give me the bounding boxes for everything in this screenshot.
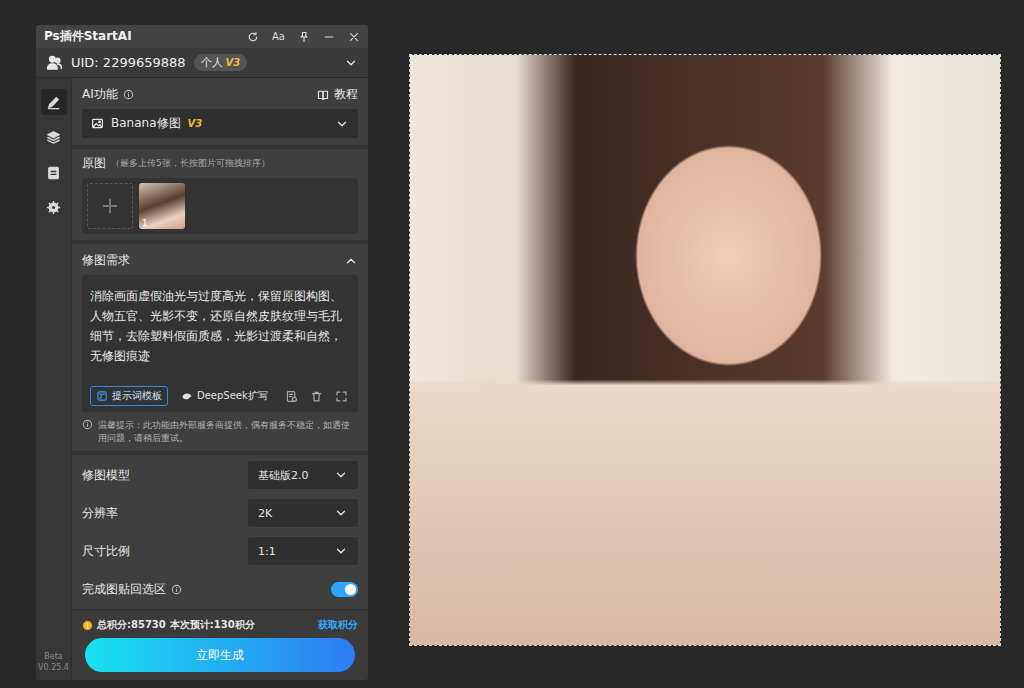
history-icon[interactable] (285, 390, 298, 403)
upload-area: 1 (82, 178, 358, 234)
prompt-actions: 提示词模板 DeepSeek扩写 (90, 386, 350, 406)
main-panel: AI功能 教程 Banana修图 V3 原图 （最多上传5张，长按图片可拖拽排序） 1 修图需… (72, 78, 368, 680)
uid-label: UID: 2299659888 (71, 55, 186, 70)
get-points-link[interactable]: 获取积分 (318, 618, 358, 632)
expand-icon[interactable] (335, 390, 348, 403)
setting-row: 完成图贴回选区 (82, 570, 358, 608)
source-image-hint: （最多上传5张，长按图片可拖拽排序） (111, 157, 270, 170)
tutorial-link[interactable]: 教程 (334, 86, 358, 103)
setting-select[interactable]: 1:1 (248, 537, 358, 565)
add-image-button[interactable] (87, 183, 133, 229)
source-image-label: 原图 (82, 155, 106, 172)
pin-icon[interactable] (298, 31, 310, 43)
canvas-photo[interactable] (410, 55, 1000, 645)
setting-label: 尺寸比例 (82, 543, 130, 560)
sidebar-item[interactable] (41, 159, 67, 185)
plan-version: V3 (226, 57, 241, 68)
plan-name: 个人 (201, 55, 223, 70)
prompt-text[interactable]: 消除画面虚假油光与过度高光，保留原图构图、人物五官、光影不变，还原自然皮肤纹理与… (90, 286, 350, 380)
plugin-panel: Ps插件StartAIAaUID: 2299659888个人V3BetaV0.2… (36, 25, 368, 680)
setting-select[interactable]: 基础版2.0 (248, 461, 358, 489)
footer: 总积分:85730 本次预计:130积分 获取积分立即生成 (72, 609, 368, 680)
setting-row: 分辨率 2K (82, 494, 358, 532)
setting-label: 修图模型 (82, 467, 130, 484)
image-icon (91, 117, 104, 130)
users-icon (46, 54, 63, 71)
version-label: V0.25.4 (38, 663, 69, 672)
sidebar-item[interactable] (41, 194, 67, 220)
version-info: Beta V0.25.4 (38, 652, 69, 680)
pencil-icon[interactable] (46, 95, 61, 110)
trash-icon[interactable] (310, 390, 323, 403)
toggle-switch[interactable] (331, 582, 358, 597)
chevron-up-icon[interactable] (344, 254, 358, 268)
template-icon[interactable] (96, 390, 108, 402)
chevron-down-icon[interactable] (334, 468, 348, 482)
points-estimate: 本次预计:130积分 (170, 618, 255, 632)
action-label[interactable]: DeepSeek扩写 (197, 389, 268, 403)
generate-button[interactable]: 立即生成 (85, 638, 355, 672)
chevron-down-icon[interactable] (334, 544, 348, 558)
deepseek-button[interactable]: DeepSeek扩写 (176, 387, 273, 405)
ai-function-label: AI功能 (82, 86, 118, 103)
setting-value[interactable]: 基础版2.0 (258, 468, 309, 483)
book-icon[interactable] (317, 89, 329, 101)
window-controls: Aa (247, 31, 360, 43)
info-icon[interactable] (123, 89, 134, 100)
prompt-label: 修图需求 (82, 252, 130, 269)
gear-icon[interactable] (46, 200, 61, 215)
points-row: 总积分:85730 本次预计:130积分 获取积分 (82, 618, 358, 632)
ai-function-section: AI功能 教程 Banana修图 V3 (72, 78, 368, 149)
setting-label: 分辨率 (82, 505, 118, 522)
setting-row: 尺寸比例 1:1 (82, 532, 358, 570)
image-thumbnail[interactable]: 1 (139, 183, 185, 229)
info-icon[interactable] (171, 584, 182, 595)
source-image-section: 原图 （最多上传5张，长按图片可拖拽排序） 1 (72, 149, 368, 244)
clipboard-icon[interactable] (46, 165, 61, 180)
refresh-icon[interactable] (247, 31, 259, 43)
notice: 温馨提示：此功能由外部服务商提供，偶有服务不稳定，如遇使用问题，请稍后重试。 (82, 419, 358, 445)
deepseek-icon[interactable] (181, 390, 193, 402)
setting-label: 完成图贴回选区 (82, 581, 166, 598)
prompt-section: 修图需求消除画面虚假油光与过度高光，保留原图构图、人物五官、光影不变，还原自然皮… (72, 244, 368, 455)
sidebar: Beta V0.25.4 (36, 78, 72, 680)
plan-badge: 个人V3 (194, 54, 248, 71)
plus-icon[interactable] (100, 196, 120, 216)
prompt-textarea[interactable]: 消除画面虚假油光与过度高光，保留原图构图、人物五官、光影不变，还原自然皮肤纹理与… (82, 275, 358, 412)
points-total: 总积分:85730 (97, 618, 166, 632)
setting-select[interactable]: 2K (248, 499, 358, 527)
setting-value[interactable]: 1:1 (258, 545, 276, 558)
tool-version: V3 (188, 118, 203, 129)
window-title: Ps插件StartAI (44, 28, 132, 45)
notice-text: 温馨提示：此功能由外部服务商提供，偶有服务不稳定，如遇使用问题，请稍后重试。 (98, 419, 358, 445)
sidebar-item[interactable] (41, 89, 67, 115)
tool-name: Banana修图 (111, 115, 181, 132)
account-row: UID: 2299659888 个人V3 (36, 48, 368, 78)
coin-icon (82, 620, 93, 631)
thumbnail-index: 1 (142, 218, 148, 228)
title-bar: Ps插件StartAI Aa (36, 25, 368, 48)
chevron-down-icon[interactable] (335, 117, 349, 131)
action-label[interactable]: 提示词模板 (112, 389, 162, 403)
layers-icon[interactable] (46, 130, 61, 145)
close-icon[interactable] (348, 31, 360, 43)
chevron-down-icon[interactable] (344, 56, 358, 70)
minimize-icon[interactable] (323, 31, 335, 43)
chevron-down-icon[interactable] (334, 506, 348, 520)
template-button[interactable]: 提示词模板 (90, 386, 168, 406)
setting-value[interactable]: 2K (258, 507, 272, 520)
sidebar-item[interactable] (41, 124, 67, 150)
font-size-button[interactable]: Aa (272, 31, 285, 42)
beta-label: Beta (44, 652, 62, 661)
prompt-tools (285, 390, 348, 403)
setting-row: 修图模型 基础版2.0 (82, 456, 358, 494)
info-icon (82, 419, 93, 430)
settings-section: 修图模型 基础版2.0 分辨率 2K 尺寸比例 1:1 完成图贴回选区 (72, 455, 368, 609)
ai-function-select[interactable]: Banana修图 V3 (82, 109, 358, 138)
